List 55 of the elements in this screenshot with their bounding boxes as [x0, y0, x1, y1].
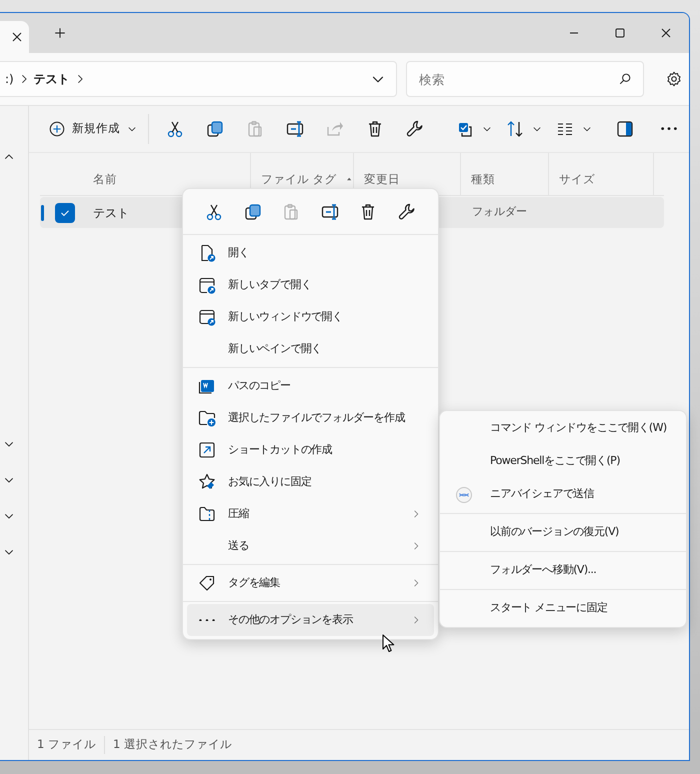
- zip-folder-icon: [197, 504, 217, 524]
- more-icon: [199, 618, 215, 622]
- nearby-share-icon: [454, 484, 474, 504]
- status-text: 1 ファイル: [37, 736, 96, 754]
- pin-star-icon: [197, 472, 217, 492]
- status-text: 1 選択されたファイル: [104, 736, 232, 754]
- menu-item[interactable]: 新しいペインで開く: [187, 333, 434, 365]
- menu-item[interactable]: お気に入りに固定: [187, 466, 434, 498]
- rename-icon: [320, 202, 340, 222]
- copy-icon: [242, 202, 263, 222]
- more-icon: [661, 127, 677, 131]
- menu-item[interactable]: 開く: [187, 237, 434, 269]
- menu-item[interactable]: 送る: [187, 530, 434, 562]
- new-button[interactable]: 新規作成: [44, 112, 142, 146]
- file-name: テスト: [93, 204, 129, 222]
- address-bar[interactable]: :) テスト: [0, 61, 397, 97]
- menu-item[interactable]: コマンド ウィンドウをここで開く(W): [444, 412, 682, 445]
- plus-icon: [48, 120, 66, 138]
- window-icon: [197, 307, 217, 327]
- menu-item[interactable]: その他のオプションを表示: [187, 604, 434, 636]
- menu-item[interactable]: 選択したファイルでフォルダーを作成: [187, 402, 434, 434]
- tab-icon: [197, 275, 217, 295]
- wrench-icon: [405, 119, 425, 139]
- checkbox[interactable]: [55, 202, 75, 222]
- cut-icon: [165, 119, 185, 139]
- wrench-icon: [396, 202, 417, 222]
- menu-item[interactable]: 以前のバージョンの復元(V): [444, 516, 682, 549]
- sort-icon: [505, 119, 525, 139]
- preview-pane-icon: [615, 119, 635, 139]
- tab[interactable]: [0, 21, 29, 53]
- menu-item[interactable]: スタート メニューに固定: [444, 592, 682, 625]
- menu-item[interactable]: フォルダーへ移動(V)...: [444, 554, 682, 587]
- menu-item[interactable]: PowerShellをここで開く(P): [444, 445, 682, 478]
- menu-item[interactable]: 新しいウィンドウで開く: [187, 301, 434, 333]
- menu-item[interactable]: 圧縮: [187, 498, 434, 530]
- menu-item[interactable]: パスのコピー: [187, 370, 434, 402]
- search-icon: [617, 71, 633, 87]
- settings-icon[interactable]: [665, 70, 683, 88]
- column-header[interactable]: サイズ: [549, 153, 654, 195]
- search-field[interactable]: 検索: [417, 62, 617, 96]
- menu-item[interactable]: ニアバイシェアで送信: [444, 478, 682, 511]
- rename-icon: [285, 119, 305, 139]
- new-folder-icon: [197, 408, 217, 428]
- tag-icon: [197, 573, 217, 593]
- new-tab-icon[interactable]: [52, 25, 68, 41]
- menu-item[interactable]: ショートカットの作成: [187, 434, 434, 466]
- menu-item[interactable]: タグを編集: [187, 567, 434, 599]
- copy-icon: [205, 119, 225, 139]
- breadcrumb[interactable]: テスト: [34, 70, 70, 88]
- menu-item[interactable]: 新しいタブで開く: [187, 269, 434, 301]
- search-box[interactable]: 検索: [406, 61, 644, 97]
- shortcut-icon: [197, 440, 217, 460]
- breadcrumb[interactable]: :): [5, 70, 14, 88]
- file-type: フォルダー: [472, 204, 528, 220]
- column-header[interactable]: 種類: [461, 153, 549, 195]
